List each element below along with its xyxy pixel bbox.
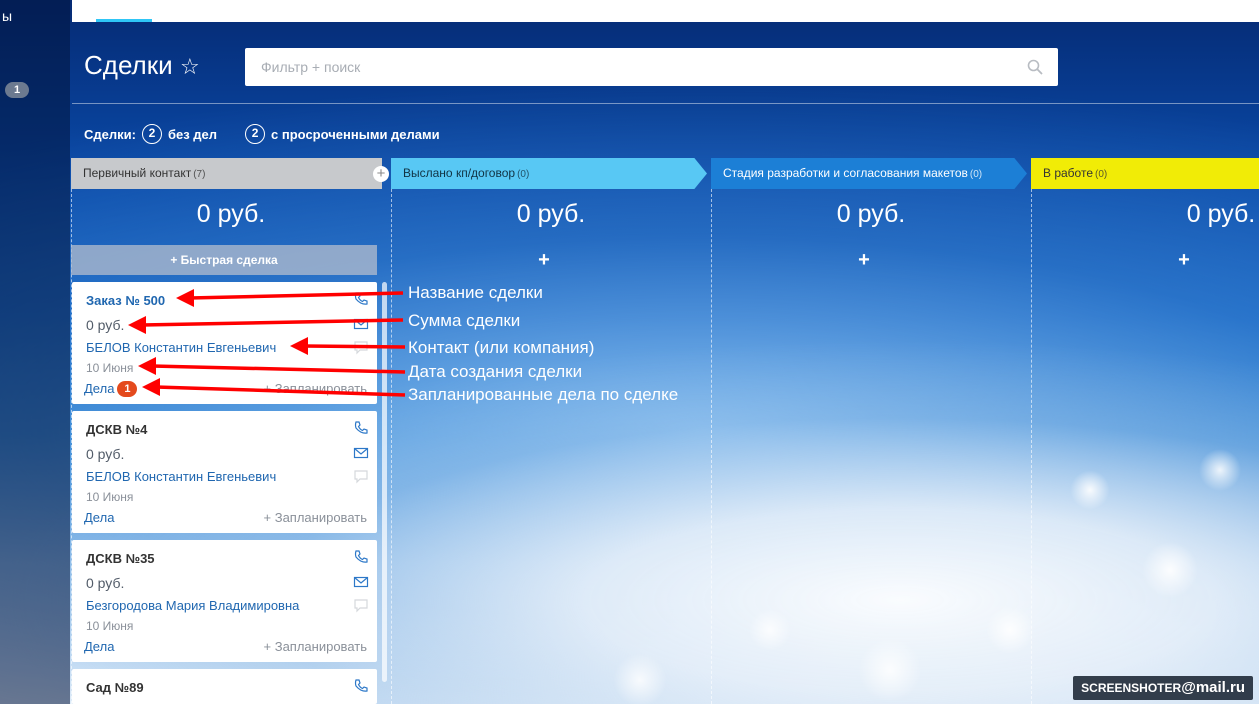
- left-menu-text: ы: [2, 8, 13, 24]
- deal-contact[interactable]: Безгородова Мария Владимировна: [86, 598, 299, 613]
- add-deal-plus[interactable]: +: [384, 249, 704, 272]
- stage-count: (7): [193, 169, 206, 180]
- deal-contact[interactable]: БЕЛОВ Константин Евгеньевич: [86, 340, 276, 355]
- annotation-deal-title: Название сделки: [408, 283, 543, 302]
- left-menu-badge: 1: [5, 82, 29, 98]
- deal-activities[interactable]: Дела: [84, 510, 114, 525]
- deal-contact[interactable]: БЕЛОВ Константин Евгеньевич: [86, 469, 276, 484]
- search-input[interactable]: [245, 48, 1058, 86]
- stage-name: Первичный контакт: [83, 166, 192, 180]
- overdue-label[interactable]: с просроченными делами: [271, 127, 440, 142]
- watermark-text: SCREENSHOTER: [1081, 681, 1182, 695]
- deal-date: 10 Июня: [86, 490, 134, 504]
- deal-activities[interactable]: Дела: [84, 639, 114, 654]
- email-icon[interactable]: [353, 574, 369, 590]
- stage-sum: 0 руб.: [196, 200, 266, 228]
- quick-deal-button[interactable]: + Быстрая сделка: [71, 245, 377, 275]
- activities-badge: 1: [117, 381, 138, 397]
- stage-count: (0): [1095, 169, 1108, 180]
- counters-label: Сделки:: [84, 126, 136, 142]
- deal-title[interactable]: Сад №89: [86, 680, 144, 695]
- deal-activities[interactable]: Дела 1: [84, 381, 138, 397]
- annotation-date: Дата создания сделки: [408, 362, 583, 381]
- deal-counters: Сделки: 2 без дел 2 с просроченными дела…: [84, 124, 440, 144]
- stage-design-approval[interactable]: Стадия разработки и согласования макетов…: [711, 158, 1027, 189]
- overdue-count[interactable]: 2: [245, 124, 266, 144]
- clouds-background: [390, 430, 1259, 704]
- plan-activity-link[interactable]: + Запланировать: [264, 510, 367, 525]
- top-bar: [72, 0, 1259, 22]
- deal-card[interactable]: Сад №89: [72, 669, 377, 704]
- annotation-activities: Запланированные дела по сделке: [408, 385, 679, 404]
- phone-icon[interactable]: [353, 291, 369, 307]
- phone-icon[interactable]: [353, 549, 369, 565]
- no-deals-label[interactable]: без дел: [168, 127, 217, 142]
- page-title: Сделки: [84, 50, 173, 80]
- chat-icon[interactable]: [353, 339, 369, 355]
- stage-sum: 0 руб.: [516, 200, 586, 228]
- stage-count: (0): [969, 169, 983, 180]
- deal-title[interactable]: ДСКВ №4: [86, 422, 147, 437]
- stage-sum: 0 руб.: [1186, 200, 1256, 228]
- phone-icon[interactable]: [353, 678, 369, 694]
- deal-title[interactable]: ДСКВ №35: [86, 551, 155, 566]
- deal-sum: 0 руб.: [86, 317, 125, 333]
- add-deal-plus[interactable]: +: [1024, 249, 1259, 272]
- header-divider: [72, 103, 1259, 104]
- chat-icon[interactable]: [353, 597, 369, 613]
- chat-icon[interactable]: [353, 468, 369, 484]
- watermark: SCREENSHOTER@mail.ru: [1073, 676, 1253, 700]
- add-deal-plus[interactable]: +: [704, 249, 1024, 272]
- deal-date: 10 Июня: [86, 361, 134, 375]
- annotation-deal-sum: Сумма сделки: [408, 311, 521, 330]
- active-tab-indicator[interactable]: [96, 19, 152, 22]
- deal-activities-label[interactable]: Дела: [84, 381, 114, 396]
- email-icon[interactable]: [353, 316, 369, 332]
- search-icon[interactable]: [1026, 58, 1044, 76]
- watermark-domain: @mail.ru: [1181, 679, 1245, 696]
- add-stage-button[interactable]: +: [373, 166, 389, 182]
- annotation-contact: Контакт (или компания): [408, 338, 595, 357]
- stage-in-progress[interactable]: В работе (0): [1031, 158, 1259, 189]
- stage-name: Выслано кп/договор: [403, 166, 516, 180]
- column-scrollbar[interactable]: [382, 282, 387, 682]
- deal-card[interactable]: Заказ № 500 0 руб. БЕЛОВ Константин Евге…: [72, 282, 377, 404]
- deal-sum: 0 руб.: [86, 446, 125, 462]
- star-icon[interactable]: ☆: [180, 54, 200, 80]
- deal-title[interactable]: Заказ № 500: [86, 293, 165, 308]
- plan-activity-link[interactable]: + Запланировать: [264, 639, 367, 654]
- plan-activity-link[interactable]: + Запланировать: [264, 381, 367, 396]
- stage-count: (0): [517, 169, 530, 180]
- email-icon[interactable]: [353, 445, 369, 461]
- deal-sum: 0 руб.: [86, 575, 125, 591]
- stage-primary-contact[interactable]: Первичный контакт (7): [71, 158, 382, 189]
- phone-icon[interactable]: [353, 420, 369, 436]
- deal-card[interactable]: ДСКВ №4 0 руб. БЕЛОВ Константин Евгеньев…: [72, 411, 377, 533]
- no-deals-count[interactable]: 2: [141, 124, 162, 144]
- left-menu: ы 1: [0, 0, 70, 704]
- stage-sum: 0 руб.: [836, 200, 906, 228]
- deal-card[interactable]: ДСКВ №35 0 руб. Безгородова Мария Владим…: [72, 540, 377, 662]
- stage-name: Стадия разработки и согласования макетов: [723, 166, 968, 180]
- stage-offer-sent[interactable]: Выслано кп/договор (0): [391, 158, 707, 189]
- stage-name: В работе: [1043, 166, 1094, 180]
- deal-date: 10 Июня: [86, 619, 134, 633]
